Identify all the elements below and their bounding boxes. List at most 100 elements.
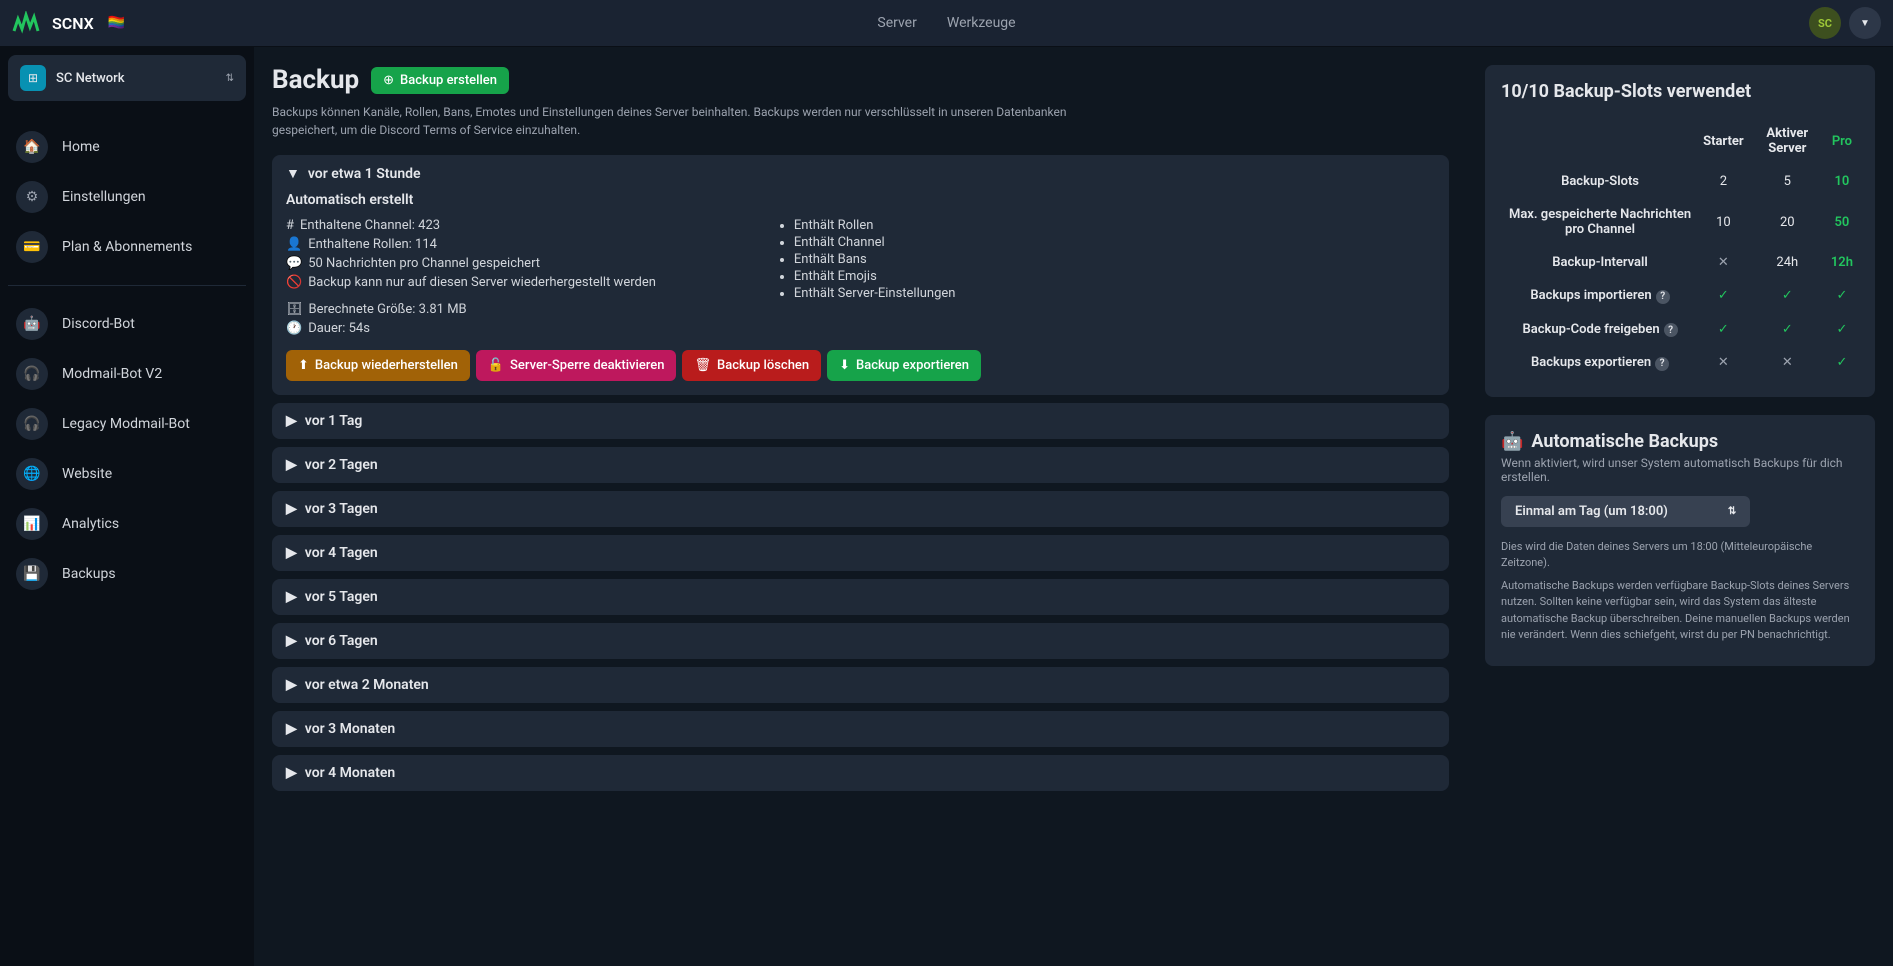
schedule-value: Einmal am Tag (um 18:00) <box>1515 504 1668 519</box>
backup-time: vor 5 Tagen <box>305 589 378 605</box>
cell: 50 <box>1827 199 1857 245</box>
sidebar-item-label: Modmail-Bot V2 <box>62 366 162 382</box>
avatar[interactable]: SC <box>1809 7 1841 39</box>
backup-header[interactable]: ▶ vor 2 Tagen <box>272 447 1449 483</box>
backup-time: vor 6 Tagen <box>305 633 378 649</box>
chart-icon: 📊 <box>16 508 48 540</box>
chevron-right-icon: ▶ <box>286 633 297 649</box>
plus-icon: ⊕ <box>383 73 394 88</box>
help-icon[interactable]: ? <box>1664 323 1678 337</box>
cell: 5 <box>1750 166 1825 197</box>
backup-time: vor etwa 1 Stunde <box>308 166 421 182</box>
user-dropdown-button[interactable]: ▼ <box>1849 7 1881 39</box>
sidebar-item-label: Einstellungen <box>62 189 146 205</box>
row-messages-label: Max. gespeicherte Nachrichten pro Channe… <box>1503 199 1697 245</box>
row-slots-label: Backup-Slots <box>1503 166 1697 197</box>
chevron-right-icon: ▶ <box>286 413 297 429</box>
globe-icon: 🌐 <box>16 458 48 490</box>
sidebar-item-label: Backups <box>62 566 116 582</box>
backup-header[interactable]: ▶vor 3 Monaten <box>272 711 1449 747</box>
col-active: Aktiver Server <box>1750 118 1825 164</box>
chevron-right-icon: ▶ <box>286 721 297 737</box>
cell: ✓ <box>1750 280 1825 312</box>
headset-icon: 🎧 <box>16 358 48 390</box>
sidebar-item-legacy[interactable]: 🎧 Legacy Modmail-Bot <box>8 402 246 446</box>
backup-time: vor etwa 2 Monaten <box>305 677 429 693</box>
sidebar-item-website[interactable]: 🌐 Website <box>8 452 246 496</box>
schedule-select[interactable]: Einmal am Tag (um 18:00)⇅ <box>1501 496 1750 527</box>
backup-item-collapsed: ▶ vor 1 Tag <box>272 403 1449 439</box>
help-icon[interactable]: ? <box>1656 290 1670 304</box>
logo[interactable]: SCNX 🏳️‍🌈 <box>12 11 125 35</box>
topbar: SCNX 🏳️‍🌈 Server Werkzeuge SC ▼ <box>0 0 1893 47</box>
auto-note1: Dies wird die Daten deines Servers um 18… <box>1501 539 1859 572</box>
backup-header[interactable]: ▶ vor etwa 2 Monaten <box>272 667 1449 703</box>
auto-subtitle: Wenn aktiviert, wird unser System automa… <box>1501 456 1859 484</box>
sidebar-item-label: Website <box>62 466 112 482</box>
col-starter: Starter <box>1699 118 1748 164</box>
backup-item-collapsed: ▶vor 3 Monaten <box>272 711 1449 747</box>
cell: ✓ <box>1827 314 1857 346</box>
unlock-button[interactable]: 🔓Server-Sperre deaktivieren <box>476 350 677 381</box>
backup-subtitle: Automatisch erstellt <box>286 192 1435 208</box>
create-backup-label: Backup erstellen <box>400 73 497 88</box>
slots-panel: 10/10 Backup-Slots verwendet StarterAkti… <box>1485 65 1875 397</box>
backup-header[interactable]: ▶ vor 6 Tagen <box>272 623 1449 659</box>
chevron-down-icon: ▼ <box>286 165 300 182</box>
cell: ✕ <box>1750 347 1825 379</box>
sidebar-item-analytics[interactable]: 📊 Analytics <box>8 502 246 546</box>
sidebar-item-backups[interactable]: 💾Backups <box>8 552 246 596</box>
sidebar-item-home[interactable]: 🏠Home <box>8 125 246 169</box>
cell: 24h <box>1750 247 1825 278</box>
backup-header[interactable]: ▶ vor 5 Tagen <box>272 579 1449 615</box>
topnav: Server Werkzeuge <box>877 15 1015 31</box>
headset-icon: 🎧 <box>16 408 48 440</box>
backup-item-collapsed: ▶ vor 2 Tagen <box>272 447 1449 483</box>
backup-header[interactable]: ▶vor 4 Tagen <box>272 535 1449 571</box>
restore-label: Backup wiederherstellen <box>315 358 458 373</box>
help-icon[interactable]: ? <box>1655 357 1669 371</box>
page-description: Backups können Kanäle, Rollen, Bans, Emo… <box>272 103 1102 139</box>
backup-time: vor 4 Monaten <box>305 765 395 781</box>
delete-button[interactable]: 🗑Backup löschen <box>682 350 821 381</box>
cell: ✓ <box>1827 347 1857 379</box>
sidebar-item-settings[interactable]: ⚙ Einstellungen <box>8 175 246 219</box>
backup-header[interactable]: ▶ vor 1 Tag <box>272 403 1449 439</box>
backup-header[interactable]: ▶vor 3 Tagen <box>272 491 1449 527</box>
auto-backup-panel: 🤖Automatische Backups Wenn aktiviert, wi… <box>1485 415 1875 666</box>
topnav-tools[interactable]: Werkzeuge <box>947 15 1016 31</box>
unlock-icon: 🔓 <box>488 358 504 373</box>
chevron-down-icon: ▼ <box>1860 18 1870 29</box>
create-backup-button[interactable]: ⊕ Backup erstellen <box>371 67 509 94</box>
row-export-label: Backups exportieren? <box>1503 347 1697 379</box>
hash-icon: # <box>286 218 294 233</box>
cell: ✕ <box>1699 247 1748 278</box>
backup-header[interactable]: ▼ vor etwa 1 Stunde <box>272 155 1449 192</box>
backup-time: vor 2 Tagen <box>305 457 378 473</box>
sidebar-item-modmailv2[interactable]: 🎧 Modmail-Bot V2 <box>8 352 246 396</box>
backup-item-collapsed: ▶vor 3 Tagen <box>272 491 1449 527</box>
cell: 2 <box>1699 166 1748 197</box>
backup-item-collapsed: ▶ vor etwa 2 Monaten <box>272 667 1449 703</box>
upload-icon: ⬆ <box>298 358 309 373</box>
chevron-right-icon: ▶ <box>286 589 297 605</box>
chevron-right-icon: ▶ <box>286 677 297 693</box>
sidebar-item-label: Legacy Modmail-Bot <box>62 416 190 432</box>
chevron-right-icon: ▶ <box>286 457 297 473</box>
backup-header[interactable]: ▶vor 4 Monaten <box>272 755 1449 791</box>
restore-button[interactable]: ⬆ Backup wiederherstellen <box>286 350 470 381</box>
sidebar-item-plan[interactable]: 💳Plan & Abonnements <box>8 225 246 269</box>
export-button[interactable]: ⬇Backup exportieren <box>827 350 981 381</box>
cell: 10 <box>1699 199 1748 245</box>
server-selector[interactable]: ⊞ SC Network ⇅ <box>8 55 246 101</box>
backup-meta: #Enthaltene Channel: 423 👤Enthaltene Rol… <box>286 218 656 336</box>
backup-features: Enthält Rollen Enthält Channel Enthält B… <box>776 218 956 336</box>
sidebar-item-discordbot[interactable]: 🤖Discord-Bot <box>8 302 246 346</box>
slots-title: 10/10 Backup-Slots verwendet <box>1501 81 1859 102</box>
gear-icon: ⚙ <box>16 181 48 213</box>
backup-item-expanded: ▼vor etwa 1 Stunde Automatisch erstellt … <box>272 155 1449 395</box>
topnav-server[interactable]: Server <box>877 15 916 31</box>
card-icon: 💳 <box>16 231 48 263</box>
sidebar-item-label: Analytics <box>62 516 119 532</box>
backup-time: vor 1 Tag <box>305 413 363 429</box>
